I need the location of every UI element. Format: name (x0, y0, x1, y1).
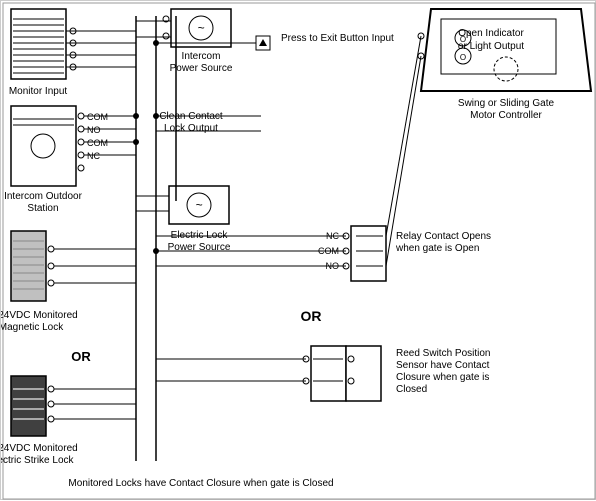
nc-label: NC (87, 151, 100, 161)
electric-strike-label: 12/24VDC Monitored (1, 443, 78, 454)
reed-switch-label: Reed Switch Position (396, 348, 491, 359)
swing-gate-label: Swing or Sliding Gate (458, 98, 555, 109)
svg-text:~: ~ (197, 21, 204, 35)
svg-text:when gate is Open: when gate is Open (395, 243, 479, 254)
svg-text:Motor Controller: Motor Controller (470, 110, 542, 121)
or-label-bottom: OR (301, 308, 322, 324)
press-to-exit-label: Press to Exit Button Input (281, 33, 394, 44)
open-indicator-label: Open Indicator (458, 28, 524, 39)
svg-text:Lock Output: Lock Output (164, 123, 218, 134)
no-label: NO (87, 125, 101, 135)
svg-text:Electric Strike Lock: Electric Strike Lock (1, 455, 75, 466)
intercom-power-label: Intercom (182, 51, 221, 62)
svg-text:or Light Output: or Light Output (458, 41, 524, 52)
wiring-diagram: Monitor Input COM NO COM NC Intercom Out… (0, 0, 596, 500)
com2-label: COM (87, 138, 108, 148)
or-label-top: OR (71, 349, 91, 364)
relay-contact-label: Relay Contact Opens (396, 231, 491, 242)
svg-text:Power Source: Power Source (170, 63, 233, 74)
magnetic-lock-label: 12/24VDC Monitored (1, 310, 78, 321)
svg-text:Station: Station (27, 203, 58, 214)
bottom-note: Monitored Locks have Contact Closure whe… (68, 478, 333, 489)
intercom-outdoor-label: Intercom Outdoor (4, 191, 82, 202)
svg-text:Magnetic Lock: Magnetic Lock (1, 322, 64, 333)
svg-text:Closed: Closed (396, 384, 427, 395)
svg-text:Closure when gate is: Closure when gate is (396, 372, 489, 383)
svg-text:~: ~ (195, 198, 202, 212)
com-label: COM (87, 112, 108, 122)
monitor-input-label: Monitor Input (9, 86, 68, 97)
svg-text:Sensor have Contact: Sensor have Contact (396, 360, 490, 371)
svg-text:O: O (460, 53, 466, 62)
